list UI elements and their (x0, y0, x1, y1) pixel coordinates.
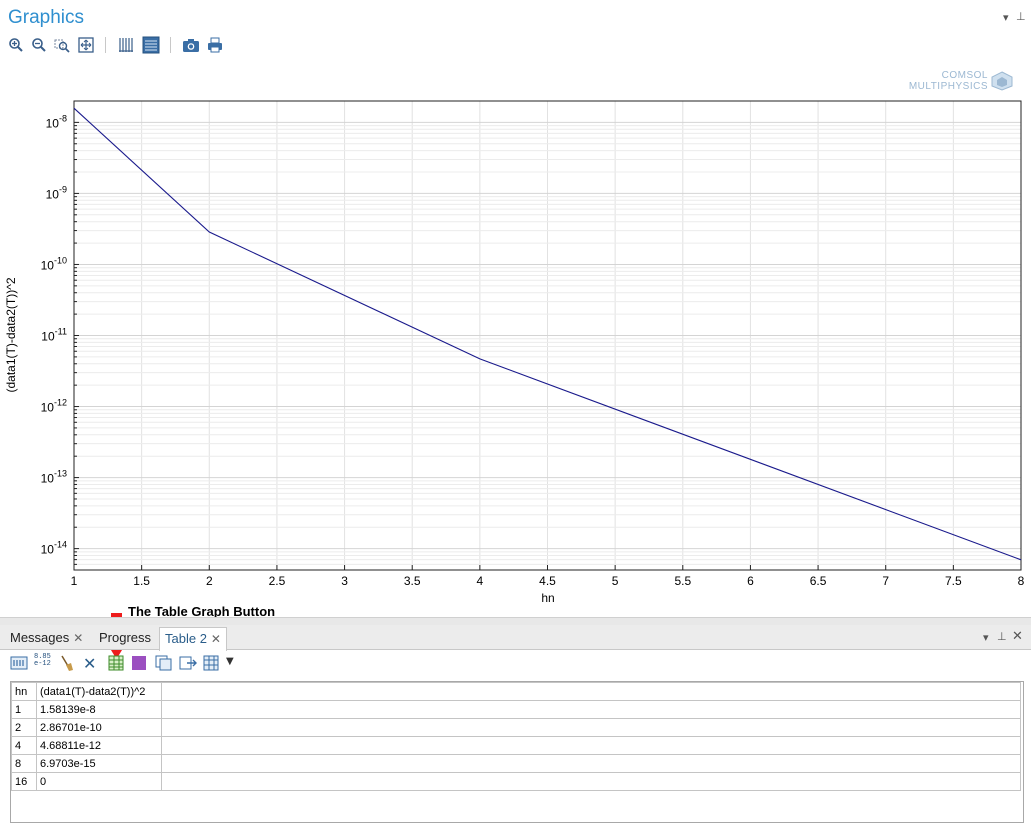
toolbar-separator (170, 37, 171, 53)
tab-label: Messages (10, 630, 70, 645)
cell-hn[interactable]: 4 (11, 736, 37, 755)
auto-precision-icon[interactable]: 8.85 e-12 (34, 654, 51, 668)
x-tick-label: 7 (882, 574, 889, 588)
x-tick-label: 1 (71, 574, 78, 588)
panel-pin-icon[interactable]: ⊥ (997, 630, 1007, 643)
tab-messages[interactable]: Messages ✕ (5, 627, 88, 649)
camera-icon[interactable] (182, 37, 200, 57)
plot-area[interactable]: 1 1.5 2 2.5 3 3.5 4 4.5 5 5.5 6 6.5 7 7.5 8 10-8 10-9 10… (0, 70, 1031, 610)
x-tick-label: 5 (612, 574, 619, 588)
cell-value[interactable]: 2.86701e-10 (36, 718, 162, 737)
x-tick-label: 5.5 (674, 574, 691, 588)
panel-close-icon[interactable]: ✕ (1012, 629, 1023, 644)
y-tick-label: 10-8 (46, 113, 67, 130)
cell-value[interactable]: 6.9703e-15 (36, 754, 162, 773)
table-row[interactable]: 1 1.58139e-8 (11, 700, 1021, 719)
cell-hn[interactable]: 2 (11, 718, 37, 737)
close-icon[interactable]: ✕ (73, 631, 83, 645)
zoom-extents-icon[interactable] (78, 37, 94, 57)
x-axis-label: hn (541, 591, 554, 605)
y-axis-label: (data1(T)-data2(T))^2 (4, 277, 18, 392)
y-tick-label: 10-9 (46, 184, 67, 201)
results-table: hn (data1(T)-data2(T))^2 1 1.58139e-8 2 … (10, 681, 1024, 823)
cell-hn[interactable]: 1 (11, 700, 37, 719)
graphics-pin-icon[interactable]: ⊥ (1016, 10, 1026, 23)
x-tick-label: 3.5 (404, 574, 421, 588)
x-tick-label: 3 (341, 574, 348, 588)
cell-hn[interactable]: 8 (11, 754, 37, 773)
cell-empty (161, 700, 1021, 719)
bottom-tab-bar: Messages ✕ Progress Table 2 ✕ ▾ ⊥ ✕ (0, 625, 1031, 651)
x-tick-label: 6.5 (810, 574, 827, 588)
table-row[interactable]: 2 2.86701e-10 (11, 718, 1021, 737)
full-precision-icon[interactable] (10, 655, 28, 675)
panel-view-menu-icon[interactable]: ▾ (983, 631, 989, 644)
clear-table-icon[interactable] (60, 654, 74, 676)
y-tick-label: 10-14 (41, 540, 67, 557)
y-tick-label: 10-13 (41, 469, 67, 486)
export-icon[interactable] (179, 655, 197, 675)
zoom-in-icon[interactable] (8, 37, 24, 57)
column-header-hn[interactable]: hn (11, 682, 37, 701)
column-header-value[interactable]: (data1(T)-data2(T))^2 (36, 682, 162, 701)
table-view-icon[interactable] (142, 36, 160, 58)
dropdown-icon[interactable]: ▼ (226, 656, 234, 667)
tab-label: Progress (99, 630, 152, 645)
cell-empty (161, 754, 1021, 773)
x-tick-label: 2.5 (269, 574, 286, 588)
table-graph-icon[interactable] (108, 655, 124, 675)
table-row[interactable]: 4 4.68811e-12 (11, 736, 1021, 755)
cell-empty (161, 718, 1021, 737)
cell-value[interactable]: 4.68811e-12 (36, 736, 162, 755)
table-toolbar: 8.85 e-12 ✕ ▼ (0, 650, 1031, 676)
cell-empty (161, 772, 1021, 791)
cell-hn[interactable]: 16 (11, 772, 37, 791)
x-tick-label: 4.5 (539, 574, 556, 588)
precision-exponent: e-12 (34, 660, 51, 668)
table-surface-icon[interactable] (131, 655, 147, 675)
toolbar-separator (105, 37, 106, 53)
cell-value[interactable]: 1.58139e-8 (36, 700, 162, 719)
tab-table-2[interactable]: Table 2 ✕ (159, 627, 227, 651)
table-header-row: hn (data1(T)-data2(T))^2 (11, 682, 1021, 701)
table-row[interactable]: 8 6.9703e-15 (11, 754, 1021, 773)
x-tick-label: 2 (206, 574, 213, 588)
graphics-view-menu-icon[interactable]: ▾ (1003, 11, 1009, 24)
grid-toggle-icon[interactable] (118, 37, 134, 57)
zoom-box-icon[interactable] (54, 37, 70, 57)
y-tick-label: 10-12 (41, 398, 67, 415)
cell-value[interactable]: 0 (36, 772, 162, 791)
zoom-out-icon[interactable] (31, 37, 47, 57)
tab-progress[interactable]: Progress (94, 627, 156, 649)
x-tick-label: 4 (477, 574, 484, 588)
table-row[interactable]: 16 0 (11, 772, 1021, 791)
copy-table-icon[interactable] (155, 655, 173, 675)
close-icon[interactable]: ✕ (211, 632, 221, 646)
y-tick-label: 10-11 (41, 327, 67, 344)
table-settings-icon[interactable] (203, 655, 219, 675)
tab-label: Table 2 (165, 631, 207, 646)
print-icon[interactable] (207, 37, 223, 57)
column-header-empty (161, 682, 1021, 701)
graphics-window-title: Graphics (8, 7, 85, 28)
x-tick-label: 8 (1018, 574, 1025, 588)
x-tick-label: 1.5 (133, 574, 150, 588)
delete-icon[interactable]: ✕ (83, 654, 96, 673)
y-tick-label: 10-10 (41, 255, 67, 272)
x-tick-label: 7.5 (945, 574, 962, 588)
cell-empty (161, 736, 1021, 755)
x-tick-label: 6 (747, 574, 754, 588)
plot-grid (74, 101, 1021, 570)
